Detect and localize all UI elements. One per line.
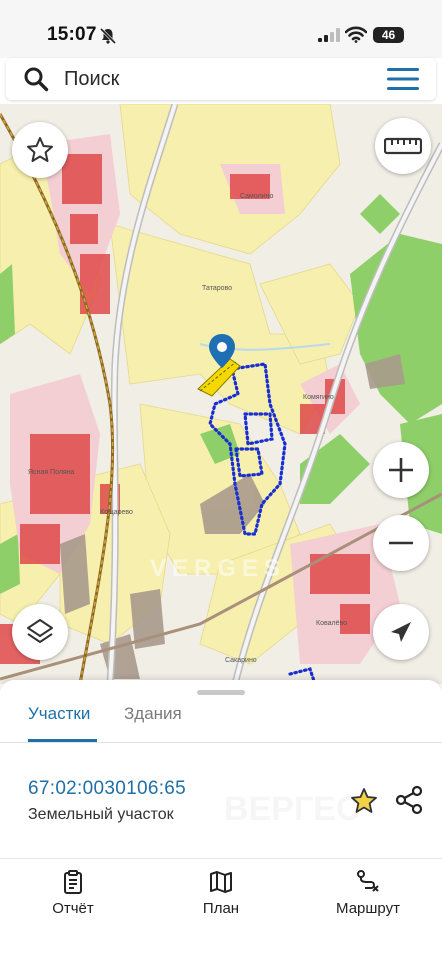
layers-button[interactable] (12, 604, 68, 660)
ruler-icon (384, 137, 422, 155)
bottom-navigation: Отчёт План Маршрут (0, 858, 442, 960)
layers-icon (27, 619, 53, 643)
nav-route[interactable]: Маршрут (313, 869, 423, 917)
place-label: Кощарево (100, 509, 133, 516)
nav-report[interactable]: Отчёт (18, 869, 128, 917)
favorite-button[interactable] (12, 122, 68, 178)
cellular-signal-icon (318, 28, 340, 42)
sheet-watermark: ВЕРГЕС (224, 790, 360, 829)
place-label: Самолино (240, 193, 273, 200)
navigation-arrow-icon (391, 622, 411, 642)
wifi-icon (345, 26, 367, 43)
sheet-drag-handle[interactable] (197, 690, 245, 695)
cadastral-number-link[interactable]: 67:02:0030106:65 (28, 778, 186, 800)
parcel-type-label: Земельный участок (28, 806, 174, 823)
bell-slash-icon (99, 27, 117, 45)
tab-buildings[interactable]: Здания (124, 704, 182, 742)
hamburger-menu-icon[interactable] (387, 67, 419, 91)
minus-icon (389, 541, 413, 545)
plus-icon (389, 458, 413, 482)
place-label: Сакарино (225, 657, 257, 664)
map-icon (210, 871, 232, 893)
place-label: Комягино (303, 394, 334, 401)
search-icon[interactable] (23, 66, 49, 92)
clipboard-icon (64, 870, 82, 894)
tab-parcels[interactable]: Участки (28, 704, 90, 742)
zoom-in-button[interactable] (373, 442, 429, 498)
place-label: Ясная Поляна (28, 469, 75, 476)
share-icon[interactable] (393, 784, 425, 816)
place-label: Ковалёво (316, 620, 347, 627)
place-label: Татарово (202, 285, 232, 292)
nav-report-label: Отчёт (52, 900, 94, 917)
nav-plan-label: План (202, 900, 240, 917)
nav-plan[interactable]: План (166, 869, 276, 917)
nav-route-label: Маршрут (336, 900, 400, 917)
parcel-info-sheet: Участки Здания ВЕРГЕС 67:02:0030106:65 З… (0, 680, 442, 860)
zoom-out-button[interactable] (373, 515, 429, 571)
map-canvas[interactable]: Самолино Татарово Комягино Кощарево Сака… (0, 104, 442, 684)
status-bar: 15:07 46 (0, 0, 442, 58)
locate-button[interactable] (373, 604, 429, 660)
star-icon[interactable] (349, 786, 379, 816)
ruler-button[interactable] (375, 118, 431, 174)
status-time: 15:07 (47, 24, 97, 45)
battery-icon: 46 (373, 27, 404, 43)
map-view[interactable]: Самолино Татарово Комягино Кощарево Сака… (0, 104, 442, 684)
star-outline-icon (27, 137, 53, 162)
search-bar (6, 58, 436, 100)
search-input[interactable] (58, 63, 358, 95)
app-screen: 15:07 46 Поиск Самолино Татарово Комягин… (0, 0, 442, 960)
route-icon (357, 870, 379, 892)
tabs-divider (0, 742, 442, 743)
map-watermark: VERGES (150, 555, 286, 582)
